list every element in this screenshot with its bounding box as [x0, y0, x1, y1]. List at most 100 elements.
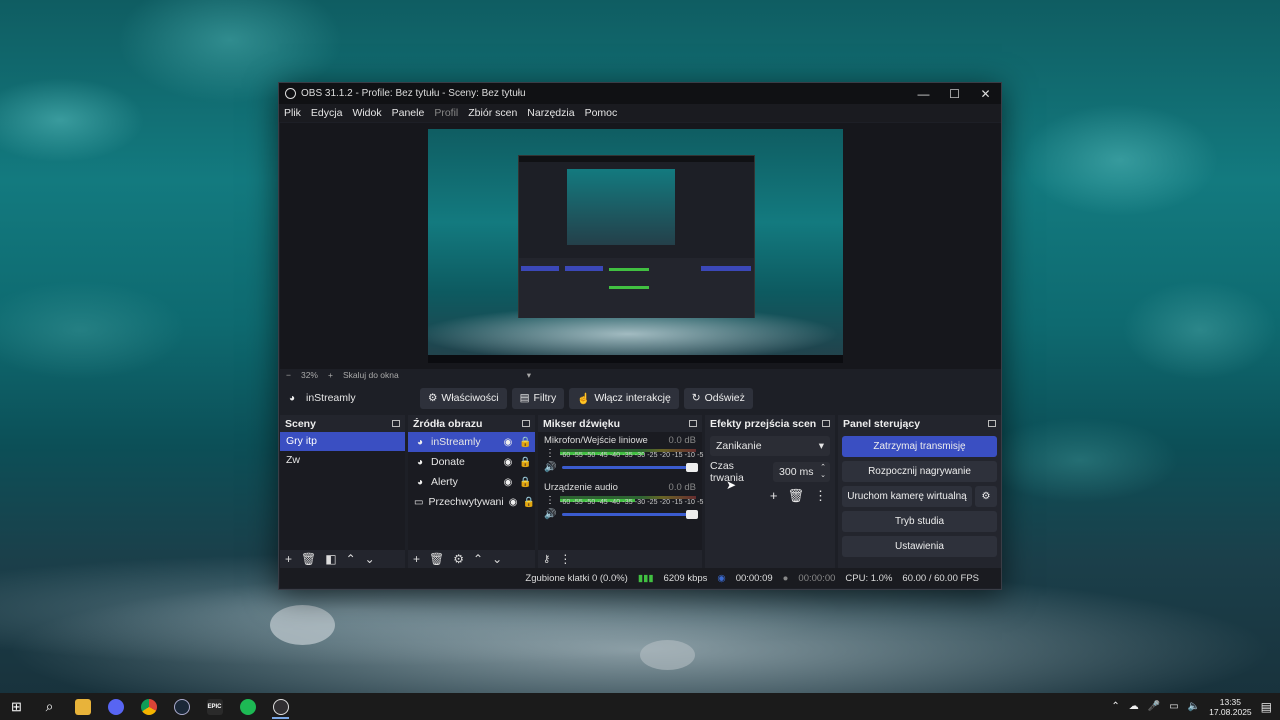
slider-knob[interactable] — [686, 463, 698, 472]
menu-plik[interactable]: Plik — [284, 107, 301, 119]
lock-icon[interactable]: 🔒 — [519, 457, 531, 468]
interact-button[interactable]: ☝ Włącz interakcję — [569, 387, 679, 409]
volume-slider[interactable] — [562, 510, 698, 519]
scene-item[interactable]: Gry itp — [280, 432, 405, 451]
move-down-icon[interactable]: ⌄ — [365, 552, 375, 566]
stop-stream-button[interactable]: Zatrzymaj transmisję — [842, 436, 997, 457]
menu-profil[interactable]: Profil — [434, 107, 458, 119]
explorer-app[interactable] — [66, 693, 99, 720]
filters-button[interactable]: ▤ Filtry — [511, 387, 565, 409]
more-options-icon[interactable]: ⋮ — [814, 488, 827, 504]
network-icon[interactable]: ☁ — [1129, 701, 1139, 712]
spotify-app[interactable] — [231, 693, 264, 720]
menu-edycja[interactable]: Edycja — [311, 107, 343, 119]
advanced-audio-icon[interactable]: ⚷ — [543, 554, 550, 565]
program-preview[interactable] — [428, 129, 843, 363]
obs-window: OBS 31.1.2 - Profile: Bez tytułu - Sceny… — [278, 82, 1002, 590]
gear-icon[interactable]: ⚙ — [453, 552, 464, 566]
menu-narzedzia[interactable]: Narzędzia — [527, 107, 574, 119]
steam-icon — [173, 698, 190, 715]
maximize-button[interactable]: ☐ — [939, 87, 970, 101]
move-up-icon[interactable]: ⌃ — [473, 552, 483, 566]
trash-icon[interactable]: 🗑 — [429, 552, 444, 566]
zoom-out-button[interactable]: − — [286, 370, 291, 380]
scale-to-window-select[interactable]: Skaluj do okna — [343, 370, 399, 380]
browser-source-icon: ◕ — [416, 476, 424, 488]
browser-source-icon: ◕ — [416, 456, 424, 468]
start-recording-button[interactable]: Rozpocznij nagrywanie — [842, 461, 997, 482]
epic-app[interactable]: EPIC — [198, 693, 231, 720]
eye-icon[interactable]: ◉ — [502, 477, 514, 488]
display-icon[interactable]: ▭ — [1169, 701, 1178, 712]
undock-icon[interactable] — [988, 420, 996, 427]
zoom-in-button[interactable]: + — [328, 370, 333, 380]
minimize-button[interactable]: — — [908, 87, 939, 101]
add-icon[interactable]: + — [770, 488, 778, 504]
chevron-up-icon[interactable]: ⌃ — [1111, 701, 1119, 712]
volume-slider[interactable] — [562, 463, 698, 472]
source-item[interactable]: ◕ inStreamly ◉ 🔒 — [408, 432, 535, 452]
steam-app[interactable] — [165, 693, 198, 720]
lock-icon[interactable]: 🔒 — [522, 497, 534, 508]
virtual-camera-button[interactable]: Uruchom kamerę wirtualną — [842, 486, 972, 507]
menu-pomoc[interactable]: Pomoc — [585, 107, 618, 119]
move-up-icon[interactable]: ⌃ — [346, 552, 356, 566]
slider-knob[interactable] — [686, 510, 698, 519]
spin-arrows-icon[interactable]: ⌃ ⌄ — [820, 464, 826, 480]
notifications-icon[interactable]: ▤ — [1261, 700, 1272, 714]
speaker-icon[interactable]: 🔊 — [544, 509, 556, 520]
speaker-icon[interactable]: 🔊 — [544, 462, 556, 473]
beach-rock — [640, 640, 695, 670]
microphone-icon[interactable]: 🎤 — [1148, 701, 1160, 712]
obs-app[interactable] — [264, 693, 297, 720]
source-item[interactable]: ◕ Alerty ◉ 🔒 — [408, 472, 535, 492]
trash-icon[interactable]: 🗑 — [787, 488, 804, 504]
controls-title: Panel sterujący — [843, 417, 921, 430]
menu-widok[interactable]: Widok — [352, 107, 381, 119]
more-options-icon[interactable]: ⋮ — [544, 448, 556, 459]
menu-zbior-scen[interactable]: Zbiór scen — [468, 107, 517, 119]
start-button[interactable]: ⊞ — [0, 693, 33, 720]
gear-icon[interactable]: ⚙ — [975, 486, 997, 507]
search-button[interactable]: ⌕ — [33, 693, 66, 720]
undock-icon[interactable] — [822, 420, 830, 427]
transitions-dock: Efekty przejścia scen Zanikanie ▾ Czas t… — [705, 415, 835, 568]
discord-app[interactable] — [99, 693, 132, 720]
settings-button[interactable]: Ustawienia — [842, 536, 997, 557]
move-down-icon[interactable]: ⌄ — [492, 552, 502, 566]
source-item[interactable]: ▭ Przechwytywani ◉ 🔒 — [408, 492, 535, 512]
menu-panele[interactable]: Panele — [392, 107, 425, 119]
zoom-bar: − 32% + Skaluj do okna ▾ — [280, 369, 1001, 381]
eye-icon[interactable]: ◉ — [502, 457, 514, 468]
source-item[interactable]: ◕ Donate ◉ 🔒 — [408, 452, 535, 472]
properties-button[interactable]: ⚙ Właściwości — [420, 387, 507, 409]
studio-mode-button[interactable]: Tryb studia — [842, 511, 997, 532]
undock-icon[interactable] — [392, 420, 400, 427]
lock-icon[interactable]: 🔒 — [519, 437, 531, 448]
refresh-button[interactable]: ↻ Odśwież — [683, 387, 753, 409]
duration-spinbox[interactable]: 300 ms ⌃ ⌄ — [773, 462, 830, 482]
more-options-icon[interactable]: ⋮ — [559, 552, 571, 566]
transition-select[interactable]: Zanikanie ▾ — [710, 436, 830, 456]
chrome-app[interactable] — [132, 693, 165, 720]
lock-icon[interactable]: 🔒 — [519, 477, 531, 488]
more-options-icon[interactable]: ⋮ — [544, 495, 556, 506]
cpu-usage: CPU: 1.0% — [845, 572, 893, 584]
trash-icon[interactable]: 🗑 — [301, 552, 316, 566]
speaker-icon[interactable]: 🔈 — [1188, 701, 1200, 712]
add-icon[interactable]: + — [285, 552, 292, 566]
filters-icon[interactable]: ◧ — [325, 552, 336, 566]
undock-icon[interactable] — [689, 420, 697, 427]
eye-icon[interactable]: ◉ — [509, 497, 518, 508]
stream-time: 00:00:09 — [735, 572, 773, 584]
taskbar: ⊞ ⌕ EPIC ⌃ ☁ 🎤 ▭ 🔈 13:35 17.08.2025 ▤ — [0, 693, 1280, 720]
eye-icon[interactable]: ◉ — [502, 437, 514, 448]
scene-item[interactable]: Zw — [280, 451, 405, 470]
add-icon[interactable]: + — [413, 552, 420, 566]
nested-taskbar — [428, 355, 843, 363]
chevron-down-icon[interactable]: ▾ — [527, 370, 531, 381]
undock-icon[interactable] — [522, 420, 530, 427]
clock[interactable]: 13:35 17.08.2025 — [1209, 697, 1252, 717]
close-button[interactable]: ✕ — [970, 87, 1001, 101]
window-title: OBS 31.1.2 - Profile: Bez tytułu - Sceny… — [301, 88, 526, 99]
